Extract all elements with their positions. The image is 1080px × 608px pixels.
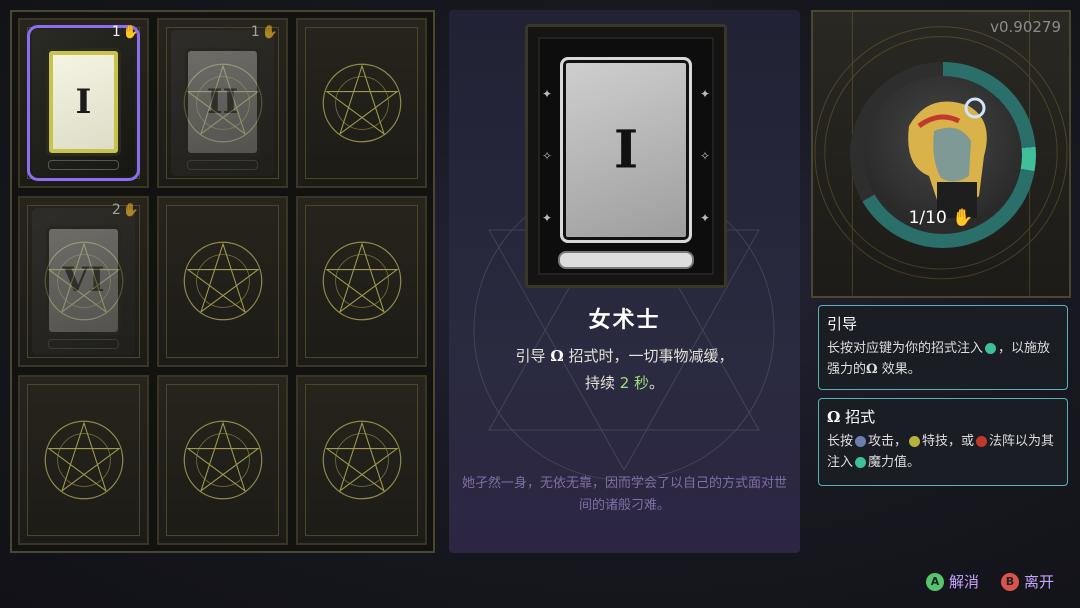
arcana-card[interactable]: VI [32, 208, 135, 355]
card-numeral: II [206, 82, 239, 123]
info-text: 长按 攻击， 特技，或 法阵以为其注入 魔力值。 [827, 434, 1055, 470]
selected-card-numeral: I [613, 119, 639, 181]
card-cost-badge: 2 ✋ [111, 202, 139, 219]
card-inscription [558, 251, 694, 269]
info-title: Ω 招式 [827, 408, 876, 426]
card-cost-badge: 1 ✋ [111, 24, 139, 40]
omega-move-info-box: Ω 招式 长按 攻击， 特技，或 法阵以为其注入 魔力值。 [818, 398, 1068, 486]
character-portrait-panel: v0.90279 1/10 ✋ [811, 10, 1071, 298]
a-button-icon: A [925, 572, 944, 591]
magick-icon [855, 457, 867, 468]
special-button-icon [909, 436, 921, 447]
empty-card-slot[interactable] [18, 374, 149, 545]
pentagram-sigil [322, 420, 401, 500]
arcana-card-slot[interactable]: VI 2 ✋ [18, 196, 149, 367]
empty-card-slot[interactable] [296, 374, 427, 545]
omega-symbol: Ω [550, 347, 564, 365]
arcana-card-slot[interactable]: I 1 ✋ [18, 18, 149, 189]
pentagram-sigil [44, 420, 123, 500]
card-ornament-right: ✦ ✧ ✦ [699, 87, 711, 225]
leave-button[interactable]: B 离开 [1000, 571, 1054, 592]
card-numeral: I [75, 82, 92, 123]
arcana-card-grid: I 1 ✋ II 1 ✋ VI 2 ✋ [10, 10, 435, 553]
melinoe-portrait [908, 97, 987, 218]
info-text: 长按对应键为你的招式注入 ，以施放强力的Ω 效果。 [827, 341, 1051, 377]
magick-icon [985, 343, 997, 354]
card-detail-panel: ✦ ✧ ✦ ✦ ✧ ✦ I 女术士 引导 Ω 招式时，一切事物减缓， 持续 2 秒。 她… [449, 10, 800, 553]
card-ornament-left: ✦ ✧ ✦ [541, 87, 553, 225]
arcana-card[interactable]: I [27, 24, 140, 182]
arcana-points-counter: 1/10 ✋ [908, 208, 974, 228]
empty-card-slot[interactable] [296, 18, 427, 189]
card-inscription [48, 338, 119, 349]
cancel-button[interactable]: A 解消 [925, 571, 979, 592]
grasp-icon: ✋ [952, 208, 974, 228]
empty-card-slot[interactable] [296, 196, 427, 367]
pentagram-sigil [183, 242, 262, 321]
arcana-card-slot[interactable]: II 1 ✋ [157, 18, 288, 189]
pentagram-sigil [322, 242, 401, 321]
card-inscription [187, 160, 258, 171]
card-numeral: VI [62, 260, 105, 301]
card-description: 引导 Ω 招式时，一切事物减缓， 持续 2 秒。 [515, 347, 734, 392]
info-title: 引导 [827, 315, 858, 333]
channel-info-box: 引导 长按对应键为你的招式注入 ，以施放强力的Ω 效果。 [818, 305, 1068, 390]
card-title: 女术士 [588, 308, 661, 333]
attack-button-icon [855, 436, 867, 447]
pentagram-sigil [322, 63, 401, 143]
grasp-icon: ✋ [122, 24, 139, 40]
card-inscription [48, 160, 119, 171]
action-bar: A 解消 B 离开 [925, 571, 1054, 592]
selected-card-art: ✦ ✧ ✦ ✦ ✧ ✦ I [525, 24, 727, 288]
version-label: v0.90279 [990, 18, 1061, 36]
b-button-icon: B [1000, 572, 1019, 591]
grasp-icon: ✋ [122, 202, 139, 218]
cast-button-icon [976, 436, 988, 447]
empty-card-slot[interactable] [157, 196, 288, 367]
card-flavor-text: 她孑然一身，无依无靠，因而学会了以自己的方式面对世间的诸般刁难。 [461, 476, 787, 513]
grasp-icon: ✋ [261, 24, 278, 40]
pentagram-sigil [183, 420, 262, 500]
arcana-card[interactable]: II [171, 30, 274, 177]
empty-card-slot[interactable] [157, 374, 288, 545]
card-cost-badge: 1 ✋ [250, 24, 278, 40]
duration-value: 2 秒 [619, 374, 650, 392]
